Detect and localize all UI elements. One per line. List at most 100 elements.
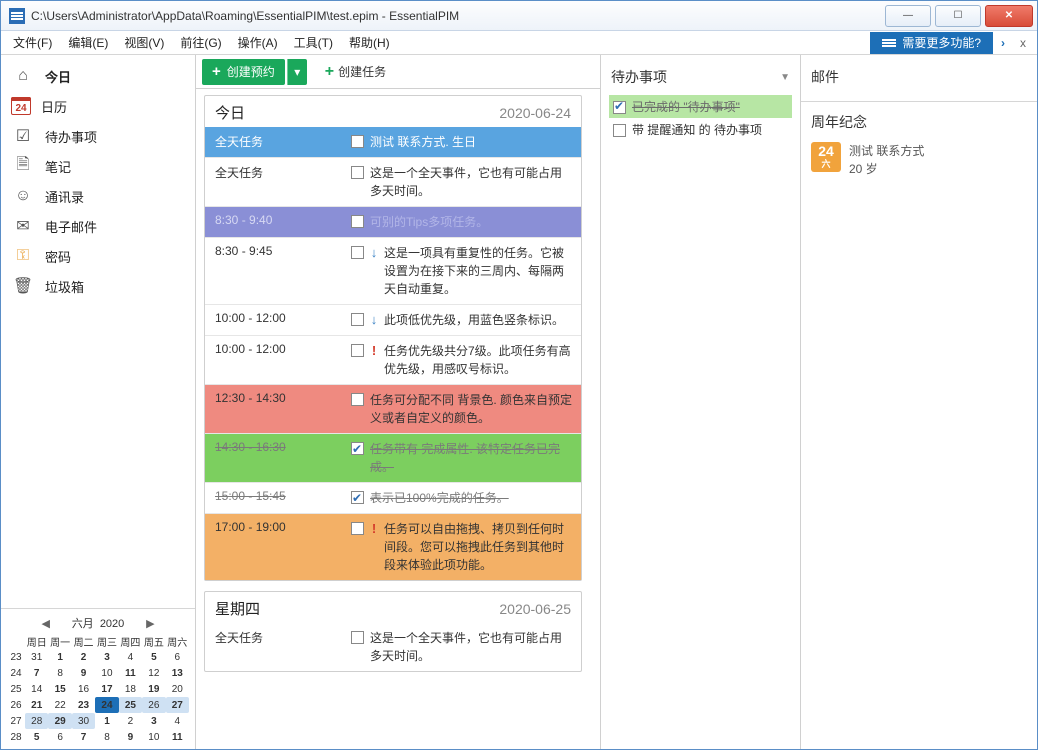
maximize-button[interactable]: ☐ — [935, 5, 981, 27]
minical-day[interactable]: 11 — [166, 729, 189, 745]
menu-help[interactable]: 帮助(H) — [341, 32, 398, 53]
minical-prev[interactable]: ◀ — [40, 617, 52, 630]
minical-day[interactable]: 18 — [119, 681, 142, 697]
minical-day[interactable]: 3 — [95, 649, 118, 665]
menu-edit[interactable]: 编辑(E) — [60, 32, 116, 53]
task-checkbox[interactable] — [351, 313, 364, 326]
info-pane: 邮件 周年纪念 24 六 测试 联系方式 20 岁 — [801, 55, 1037, 749]
minical-day[interactable]: 5 — [142, 649, 165, 665]
create-appointment-dropdown[interactable]: ▾ — [287, 59, 307, 85]
agenda-list[interactable]: 今日2020-06-24全天任务测试 联系方式. 生日全天任务这是一个全天事件，… — [196, 89, 600, 749]
agenda-row[interactable]: 全天任务测试 联系方式. 生日 — [205, 127, 581, 157]
task-checkbox[interactable] — [351, 491, 364, 504]
minical-day[interactable]: 7 — [25, 665, 48, 681]
agenda-row[interactable]: 14:30 - 16:30任务带有 完成属性. 该特定任务已完成。 — [205, 433, 581, 482]
minical-day[interactable]: 28 — [25, 713, 48, 729]
minical-day[interactable]: 4 — [119, 649, 142, 665]
nav-calendar[interactable]: 24 日历 — [1, 91, 195, 121]
agenda-row[interactable]: 17:00 - 19:00!任务可以自由拖拽、拷贝到任何时间段。您可以拖拽此任务… — [205, 513, 581, 580]
minical-day[interactable]: 31 — [25, 649, 48, 665]
task-checkbox[interactable] — [351, 344, 364, 357]
close-button[interactable]: ✕ — [985, 5, 1033, 27]
minical-day[interactable]: 7 — [72, 729, 95, 745]
task-checkbox[interactable] — [351, 522, 364, 535]
nav-passwords[interactable]: ⚿ 密码 — [1, 241, 195, 271]
minical-day[interactable]: 23 — [72, 697, 95, 713]
task-checkbox[interactable] — [351, 135, 364, 148]
agenda-row[interactable]: 全天任务这是一个全天事件，它也有可能占用多天时间。 — [205, 623, 581, 671]
minical-day[interactable]: 1 — [48, 649, 71, 665]
todo-checkbox[interactable] — [613, 101, 626, 114]
minical-day[interactable]: 6 — [166, 649, 189, 665]
agenda-time: 12:30 - 14:30 — [205, 385, 345, 433]
task-checkbox[interactable] — [351, 631, 364, 644]
minical-day[interactable]: 5 — [25, 729, 48, 745]
agenda-row[interactable]: 15:00 - 15:45表示已100%完成的任务。 — [205, 482, 581, 513]
agenda-row[interactable]: 8:30 - 9:45↓这是一项具有重复性的任务。它被设置为在接下来的三周内、每… — [205, 237, 581, 304]
agenda-row[interactable]: 12:30 - 14:30任务可分配不同 背景色. 颜色来自预定义或者自定义的颜… — [205, 384, 581, 433]
nav-trash[interactable]: 🗑 垃圾箱 — [1, 271, 195, 301]
task-checkbox[interactable] — [351, 393, 364, 406]
minical-day[interactable]: 22 — [48, 697, 71, 713]
minical-day[interactable]: 10 — [142, 729, 165, 745]
todo-item[interactable]: 已完成的 "待办事项" — [609, 95, 792, 118]
minimize-button[interactable]: — — [885, 5, 931, 27]
nav-todo[interactable]: ☑ 待办事项 — [1, 121, 195, 151]
minical-day[interactable]: 2 — [119, 713, 142, 729]
minical-day[interactable]: 21 — [25, 697, 48, 713]
nav-mail[interactable]: ✉ 电子邮件 — [1, 211, 195, 241]
minical-day[interactable]: 9 — [72, 665, 95, 681]
nav-notes[interactable]: 🗎 笔记 — [1, 151, 195, 181]
todo-dropdown-icon[interactable]: ▼ — [780, 72, 790, 83]
todo-checkbox[interactable] — [613, 124, 626, 137]
agenda-row[interactable]: 10:00 - 12:00↓此项低优先级，用蓝色竖条标识。 — [205, 304, 581, 335]
minical-day[interactable]: 3 — [142, 713, 165, 729]
promo-next-icon[interactable]: › — [993, 36, 1013, 50]
agenda-row[interactable]: 全天任务这是一个全天事件，它也有可能占用多天时间。 — [205, 157, 581, 206]
promo-banner[interactable]: 需要更多功能? — [870, 32, 993, 54]
minical-day[interactable]: 29 — [48, 713, 71, 729]
task-checkbox[interactable] — [351, 215, 364, 228]
agenda-row[interactable]: 10:00 - 12:00!任务优先级共分7级。此项任务有高优先级，用感叹号标识… — [205, 335, 581, 384]
minical-day[interactable]: 12 — [142, 665, 165, 681]
minical-day[interactable]: 25 — [119, 697, 142, 713]
minical-day[interactable]: 19 — [142, 681, 165, 697]
task-checkbox[interactable] — [351, 246, 364, 259]
nav-today[interactable]: ⌂ 今日 — [1, 61, 195, 91]
agenda-row[interactable]: 8:30 - 9:40可别的Tips多项任务。 — [205, 206, 581, 237]
minical-day[interactable]: 8 — [95, 729, 118, 745]
minical-day[interactable]: 8 — [48, 665, 71, 681]
minical-day[interactable]: 15 — [48, 681, 71, 697]
menu-go[interactable]: 前往(G) — [172, 32, 229, 53]
minical-day[interactable]: 16 — [72, 681, 95, 697]
minical-day[interactable]: 9 — [119, 729, 142, 745]
minical-day[interactable]: 27 — [166, 697, 189, 713]
menu-tools[interactable]: 工具(T) — [286, 32, 341, 53]
todo-item[interactable]: 带 提醒通知 的 待办事项 — [609, 118, 792, 141]
minical-day[interactable]: 1 — [95, 713, 118, 729]
nav-contacts[interactable]: ☺ 通讯录 — [1, 181, 195, 211]
menu-actions[interactable]: 操作(A) — [230, 32, 286, 53]
minical-day[interactable]: 17 — [95, 681, 118, 697]
promo-close-button[interactable]: x — [1013, 36, 1033, 50]
minical-day[interactable]: 6 — [48, 729, 71, 745]
minical-day[interactable]: 2 — [72, 649, 95, 665]
anniversary-item[interactable]: 24 六 测试 联系方式 20 岁 — [811, 142, 1027, 178]
minical-day[interactable]: 30 — [72, 713, 95, 729]
create-task-button[interactable]: + 创建任务 — [317, 59, 394, 85]
minical-day[interactable]: 14 — [25, 681, 48, 697]
minical-next[interactable]: ▶ — [144, 617, 156, 630]
minical-day[interactable]: 13 — [166, 665, 189, 681]
minical-day[interactable]: 10 — [95, 665, 118, 681]
create-appointment-button[interactable]: + 创建预约 — [202, 59, 285, 85]
minical-day[interactable]: 20 — [166, 681, 189, 697]
menu-view[interactable]: 视图(V) — [116, 32, 172, 53]
menu-file[interactable]: 文件(F) — [5, 32, 60, 53]
minical-day[interactable]: 24 — [95, 697, 118, 713]
task-checkbox[interactable] — [351, 166, 364, 179]
minical-day[interactable]: 11 — [119, 665, 142, 681]
minical-grid[interactable]: 周日周一周二周三周四周五周六23311234562478910111213251… — [7, 633, 189, 745]
minical-day[interactable]: 26 — [142, 697, 165, 713]
minical-day[interactable]: 4 — [166, 713, 189, 729]
task-checkbox[interactable] — [351, 442, 364, 455]
